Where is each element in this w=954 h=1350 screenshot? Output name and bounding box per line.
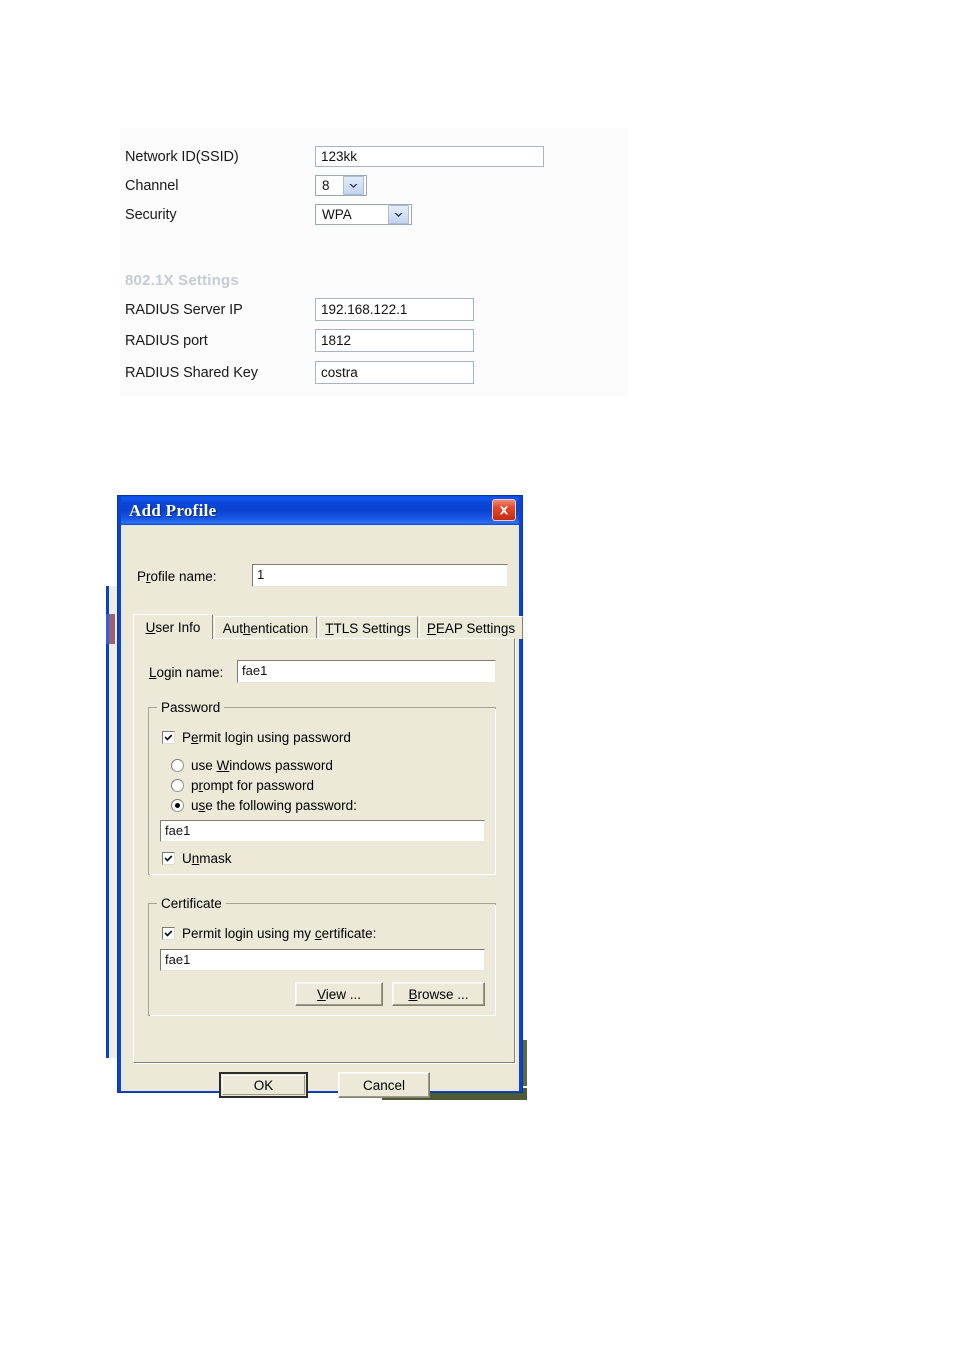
- unmask-label: Unmask: [182, 851, 232, 866]
- tabpage-user-info: Login name: fae1 Password Permit login u…: [133, 638, 515, 1063]
- certificate-groupbox: Certificate Permit login using my certif…: [148, 896, 496, 1016]
- section-title-8021x: 802.1X Settings: [125, 272, 239, 289]
- password-groupbox: Password Permit login using password use…: [148, 700, 496, 875]
- radio-prompt-for-password[interactable]: [171, 779, 184, 792]
- profile-name-input[interactable]: 1: [252, 564, 508, 587]
- password-input[interactable]: fae1: [160, 820, 485, 842]
- label-channel: Channel: [125, 178, 179, 194]
- background-window-left-accent: [106, 614, 115, 644]
- security-select-value: WPA: [322, 207, 352, 222]
- form-row-radius-port: RADIUS port: [125, 330, 208, 352]
- label-security: Security: [125, 207, 177, 223]
- label-network-id: Network ID(SSID): [125, 149, 239, 165]
- tab-user-info[interactable]: User Info: [133, 614, 213, 639]
- radio-use-windows-password[interactable]: [171, 759, 184, 772]
- profile-name-label: Profile name:: [137, 569, 217, 584]
- form-row-security: Security: [125, 204, 177, 226]
- radius-shared-key-input[interactable]: [315, 361, 474, 384]
- certificate-input[interactable]: fae1: [160, 949, 485, 971]
- tab-ttls-settings[interactable]: TTLS Settings: [318, 616, 418, 639]
- tab-peap-settings-label: PEAP Settings: [426, 620, 516, 636]
- option-prompt-for-password-label: prompt for password: [191, 778, 315, 793]
- option-prompt-for-password[interactable]: prompt for password: [171, 778, 314, 793]
- view-certificate-button-label: View ...: [316, 986, 362, 1002]
- radius-server-ip-input[interactable]: [315, 298, 474, 321]
- label-radius-shared-key: RADIUS Shared Key: [125, 365, 258, 381]
- certificate-groupbox-title: Certificate: [157, 896, 226, 911]
- tabstrip: User Info Authentication TTLS Settings P…: [133, 614, 523, 640]
- option-use-windows-password-label: use Windows password: [191, 758, 333, 773]
- label-radius-port: RADIUS port: [125, 333, 208, 349]
- ssid-input[interactable]: [315, 146, 544, 167]
- unmask-checkbox[interactable]: [162, 852, 175, 865]
- option-use-following-password[interactable]: use the following password:: [171, 798, 357, 813]
- password-groupbox-title: Password: [157, 700, 225, 715]
- label-radius-server-ip: RADIUS Server IP: [125, 302, 243, 318]
- tab-user-info-label: User Info: [145, 619, 201, 635]
- browse-certificate-button[interactable]: Browse ...: [392, 982, 485, 1006]
- dialog-titlebar[interactable]: Add Profile: [121, 496, 519, 525]
- tab-authentication-label: Authentication: [222, 620, 309, 636]
- dialog-title: Add Profile: [129, 500, 217, 520]
- dialog-body: Profile name: 1 User Info Authentication…: [121, 525, 523, 1098]
- form-row-radius-server-ip: RADIUS Server IP: [125, 299, 243, 321]
- login-name-input[interactable]: fae1: [237, 660, 496, 683]
- wireless-settings-form: Network ID(SSID) Channel 8 Security WPA …: [120, 128, 628, 396]
- option-use-windows-password[interactable]: use Windows password: [171, 758, 333, 773]
- permit-login-certificate-checkbox[interactable]: [162, 927, 175, 940]
- security-select[interactable]: WPA: [315, 204, 412, 225]
- login-name-label: Login name:: [149, 665, 224, 680]
- option-use-following-password-label: use the following password:: [191, 798, 357, 813]
- radius-port-input[interactable]: [315, 329, 474, 352]
- close-icon[interactable]: [492, 499, 516, 521]
- unmask-row[interactable]: Unmask: [162, 851, 232, 866]
- form-row-ssid: Network ID(SSID): [125, 146, 239, 168]
- permit-login-password-label: Permit login using password: [182, 730, 351, 745]
- permit-login-password-checkbox[interactable]: [162, 731, 175, 744]
- permit-login-certificate-label: Permit login using my certificate:: [182, 926, 377, 941]
- ok-button[interactable]: OK: [219, 1072, 308, 1098]
- ok-button-label: OK: [253, 1077, 274, 1093]
- form-row-radius-shared-key: RADIUS Shared Key: [125, 362, 258, 384]
- view-certificate-button[interactable]: View ...: [295, 982, 383, 1006]
- radio-use-following-password[interactable]: [171, 799, 184, 812]
- cancel-button-label: Cancel: [362, 1077, 406, 1093]
- chevron-down-icon: [343, 176, 364, 195]
- tab-peap-settings[interactable]: PEAP Settings: [419, 616, 523, 639]
- permit-login-certificate-row[interactable]: Permit login using my certificate:: [162, 926, 376, 941]
- add-profile-dialog: Add Profile Profile name: 1 User Info Au…: [117, 495, 523, 1098]
- tab-authentication[interactable]: Authentication: [214, 616, 317, 639]
- browse-certificate-button-label: Browse ...: [408, 986, 469, 1002]
- permit-login-password-row[interactable]: Permit login using password: [162, 730, 351, 745]
- channel-select[interactable]: 8: [315, 175, 367, 196]
- form-row-channel: Channel: [125, 175, 178, 197]
- tab-ttls-settings-label: TTLS Settings: [325, 620, 411, 636]
- cancel-button[interactable]: Cancel: [338, 1072, 430, 1098]
- chevron-down-icon: [388, 205, 409, 224]
- channel-select-value: 8: [322, 178, 330, 193]
